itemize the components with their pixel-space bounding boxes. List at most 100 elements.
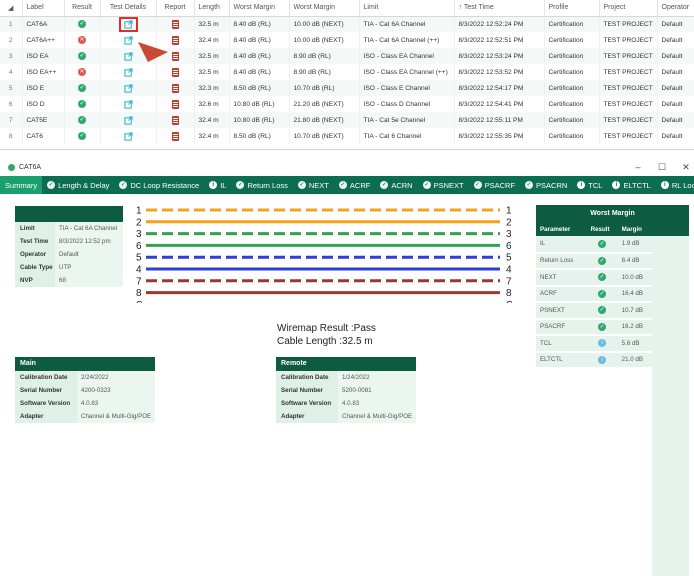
worst-margin-row: IL ✓ 1.9 dB: [536, 236, 652, 254]
worst-margin-cell: 8.90 dB (RL): [289, 48, 360, 64]
fail-x-icon: ✕: [78, 36, 86, 44]
tab-label: DC Loop Resistance: [130, 180, 200, 190]
tab-length-delay[interactable]: ✓ Length & Delay: [42, 176, 114, 194]
project-cell: TEST PROJECT: [599, 96, 658, 112]
worst-margin-cell: 8.40 dB (RL): [229, 32, 290, 48]
worst-margin-row: Return Loss ✓ 8.4 dB: [536, 252, 652, 270]
tab-summary[interactable]: Summary: [0, 176, 43, 194]
sort-corner-icon[interactable]: ◢: [0, 0, 23, 17]
check-icon: ✓: [119, 181, 128, 189]
table-row[interactable]: 5 ISO E ✓ 32.3 m 8.50 dB (RL) 10.70 dB (RL) IS…: [0, 80, 694, 96]
pin-label-right: 5: [506, 253, 512, 264]
close-icon[interactable]: ✕: [676, 160, 694, 175]
pdf-report-icon[interactable]: [171, 19, 179, 29]
label-cell: CAT6: [22, 128, 65, 144]
pdf-report-icon[interactable]: [171, 115, 179, 125]
info-row: Software Version 4.0.83: [15, 397, 155, 410]
column-header[interactable]: Worst Margin: [229, 0, 290, 17]
test-details-button[interactable]: [123, 99, 133, 109]
column-header[interactable]: Operator: [657, 0, 694, 17]
limit-cell: ISO - Class E Channel: [359, 80, 455, 96]
column-header[interactable]: Limit: [359, 0, 455, 17]
table-row[interactable]: 7 CAT5E ✓ 32.4 m 10.80 dB (RL) 21.80 dB (NEXT…: [0, 112, 694, 128]
test-details-button[interactable]: [123, 83, 133, 93]
column-header[interactable]: Label: [22, 0, 65, 17]
info-row: Adapter Channel & Multi-Gig/POE: [15, 410, 155, 423]
wm-parameter: TCL: [536, 335, 587, 353]
tab-label: ELTCTL: [623, 180, 651, 190]
test-time-cell: 8/3/2022 12:52:24 PM: [454, 16, 545, 32]
pdf-report-icon[interactable]: [171, 131, 179, 141]
test-time-cell: 8/3/2022 12:52:51 PM: [454, 32, 545, 48]
info-row: Limit TIA - Cat 6A Channel: [15, 222, 123, 235]
result-cell: ✓: [64, 112, 101, 128]
pdf-report-icon[interactable]: [171, 67, 179, 77]
check-icon: ✓: [297, 181, 306, 189]
tab-tcl[interactable]: i TCL: [572, 176, 607, 194]
tab-psnext[interactable]: ✓ PSNEXT: [418, 176, 469, 194]
maximize-icon[interactable]: ☐: [652, 160, 672, 175]
test-details-button[interactable]: [123, 67, 133, 77]
tab-acrf[interactable]: ✓ ACRF: [334, 176, 375, 194]
limit-cell: TIA - Cat 6A Channel: [359, 16, 455, 32]
column-header[interactable]: Project: [599, 0, 658, 17]
operator-cell: Default: [657, 112, 694, 128]
tab-label: PSACRN: [536, 180, 568, 190]
pass-check-icon: ✓: [598, 322, 607, 331]
tab-next[interactable]: ✓ NEXT: [293, 176, 334, 194]
tab-acrn[interactable]: ✓ ACRN: [375, 176, 417, 194]
table-row[interactable]: 4 ISO EA++ ✕ 32.5 m 8.40 dB (RL) 8.90 dB (RL)…: [0, 64, 694, 80]
tab-rl-local[interactable]: iRL Local: [656, 176, 694, 194]
table-row[interactable]: 8 CAT6 ✓ 32.4 m 8.50 dB (RL) 10.70 dB (NEXT) T…: [0, 128, 694, 144]
column-header-test-time[interactable]: ↑ Test Time: [454, 0, 545, 17]
test-details-cell: [100, 80, 157, 96]
column-header[interactable]: Report: [156, 0, 195, 17]
info-value: Channel & Multi-Gig/POE: [77, 410, 155, 423]
pdf-report-icon[interactable]: [171, 35, 179, 45]
column-header[interactable]: Length: [194, 0, 230, 17]
wiremap-diagram: 1122336655447788SS: [136, 206, 513, 304]
result-cell: ✓: [64, 96, 101, 112]
length-cell: 32.4 m: [194, 128, 230, 144]
pdf-report-icon[interactable]: [171, 51, 179, 61]
project-cell: TEST PROJECT: [599, 80, 658, 96]
pdf-report-icon[interactable]: [171, 83, 179, 93]
tab-return-loss[interactable]: ✓ Return Loss: [231, 176, 292, 194]
tab-eltctl[interactable]: i ELTCTL: [607, 176, 655, 194]
test-time-cell: 8/3/2022 12:54:41 PM: [454, 96, 545, 112]
external-link-icon: [123, 51, 133, 61]
table-row[interactable]: 2 CAT6A++ ✕ 32.4 m 8.40 dB (RL) 10.00 dB (NEX…: [0, 32, 694, 48]
external-link-icon: [123, 115, 133, 125]
minimize-icon[interactable]: –: [628, 160, 648, 175]
table-row[interactable]: 3 ISO EA ✓ 32.5 m 8.40 dB (RL) 8.90 dB (RL) IS…: [0, 48, 694, 64]
label-cell: ISO EA++: [22, 64, 65, 80]
project-cell: TEST PROJECT: [599, 16, 658, 32]
worst-margin-cell: 10.80 dB (RL): [229, 112, 290, 128]
column-header[interactable]: Test Details: [100, 0, 157, 17]
tab-label: NEXT: [308, 180, 329, 190]
tab-il[interactable]: i IL: [204, 176, 231, 194]
pass-check-icon: ✓: [78, 52, 86, 60]
table-row[interactable]: 1 CAT6A ✓ 32.5 m 8.40 dB (RL) 10.00 dB (NEXT)…: [0, 16, 694, 32]
pass-check-icon: ✓: [598, 306, 607, 315]
test-details-button[interactable]: [123, 35, 133, 45]
column-header[interactable]: Profile: [544, 0, 600, 17]
test-details-button[interactable]: [123, 131, 133, 141]
fail-x-icon: ✕: [78, 68, 86, 76]
tab-psacrn[interactable]: ✓ PSACRN: [520, 176, 572, 194]
info-value: 8/3/2022 12:52 pm: [55, 235, 123, 248]
pdf-report-icon[interactable]: [171, 99, 179, 109]
tab-psacrf[interactable]: ✓ PSACRF: [469, 176, 520, 194]
column-header[interactable]: Worst Margin: [289, 0, 360, 17]
table-row[interactable]: 6 ISO D ✓ 32.6 m 10.80 dB (RL) 21.20 dB (NEXT…: [0, 96, 694, 112]
project-cell: TEST PROJECT: [599, 32, 658, 48]
test-time-cell: 8/3/2022 12:53:24 PM: [454, 48, 545, 64]
test-details-button[interactable]: [123, 51, 133, 61]
label-cell: ISO EA: [22, 48, 65, 64]
worst-margin-cell: 8.40 dB (RL): [229, 64, 290, 80]
tab-dc-loop-resistance[interactable]: ✓ DC Loop Resistance: [114, 176, 204, 194]
info-value: Default: [55, 248, 123, 261]
column-header[interactable]: Result: [64, 0, 101, 17]
test-details-button[interactable]: [123, 115, 133, 125]
test-details-button[interactable]: [118, 16, 138, 32]
